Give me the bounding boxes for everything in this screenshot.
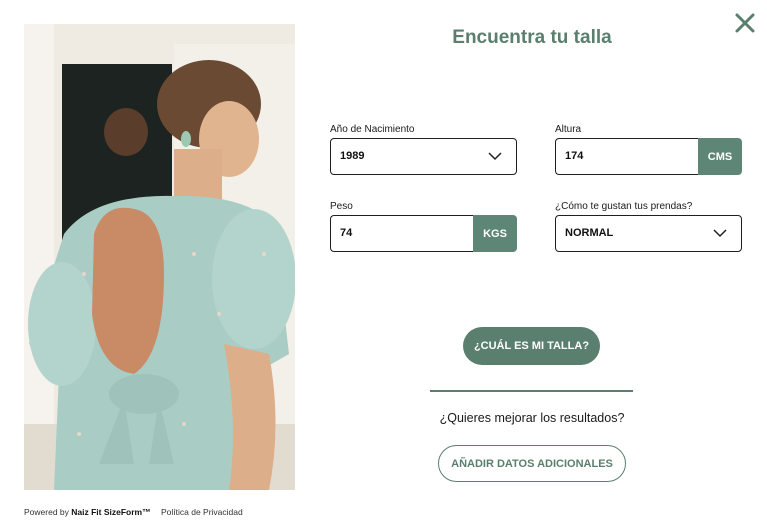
- model-photo: [24, 24, 295, 490]
- weight-field: 74 KGS: [330, 215, 517, 252]
- divider: [430, 390, 633, 392]
- birth-year-value: 1989: [340, 150, 365, 162]
- fit-select[interactable]: NORMAL: [555, 215, 742, 252]
- weight-input[interactable]: 74: [330, 215, 473, 252]
- birth-year-label: Año de Nacimiento: [330, 124, 415, 135]
- add-additional-data-button[interactable]: AÑADIR DATOS ADICIONALES: [438, 445, 626, 482]
- height-input[interactable]: 174: [555, 138, 698, 175]
- height-label: Altura: [555, 124, 582, 135]
- weight-unit: KGS: [473, 215, 517, 252]
- improve-results-text: ¿Quieres mejorar los resultados?: [439, 411, 625, 425]
- height-unit: CMS: [698, 138, 742, 175]
- birth-year-select[interactable]: 1989: [330, 138, 517, 175]
- height-field: 174 CMS: [555, 138, 742, 175]
- powered-by: Powered by Naiz Fit SizeForm™ Política d…: [24, 507, 243, 517]
- fit-value: NORMAL: [565, 227, 614, 239]
- weight-label: Peso: [330, 201, 353, 212]
- model-photo-illustration: [24, 24, 295, 490]
- fit-label: ¿Cómo te gustan tus prendas?: [555, 201, 693, 212]
- powered-prefix: Powered by: [24, 507, 69, 517]
- chevron-down-icon: [713, 229, 727, 238]
- height-value: 174: [565, 150, 584, 162]
- close-button[interactable]: [732, 10, 758, 36]
- find-size-button[interactable]: ¿CUÁL ES MI TALLA?: [463, 327, 600, 365]
- size-finder-dialog: Powered by Naiz Fit SizeForm™ Política d…: [0, 0, 767, 527]
- close-icon: [735, 13, 755, 33]
- brand-name[interactable]: Naiz Fit SizeForm™: [71, 507, 150, 517]
- weight-value: 74: [340, 227, 353, 239]
- privacy-link[interactable]: Política de Privacidad: [161, 507, 243, 517]
- dialog-title: Encuentra tu talla: [452, 27, 612, 48]
- chevron-down-icon: [488, 152, 502, 161]
